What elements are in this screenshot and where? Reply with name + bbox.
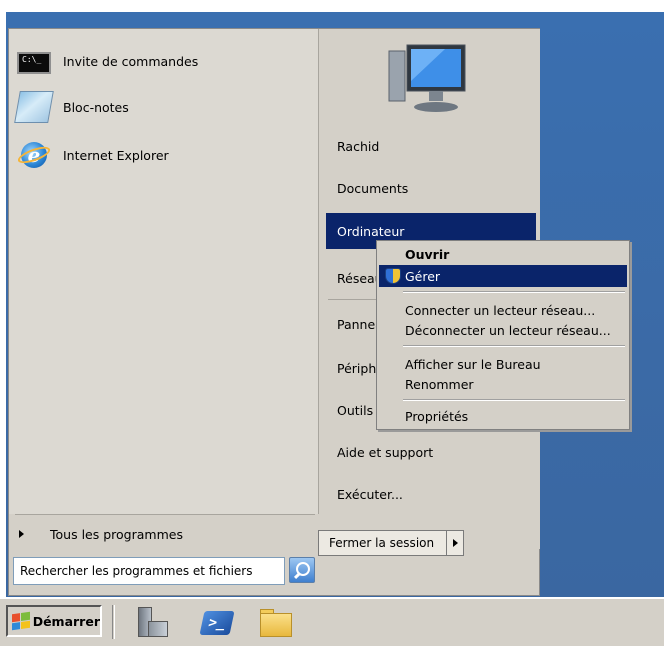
search-input[interactable]: Rechercher les programmes et fichiers xyxy=(13,557,285,585)
logoff-button[interactable]: Fermer la session xyxy=(318,530,448,556)
context-item-properties[interactable]: Propriétés xyxy=(379,405,627,427)
start-button[interactable]: Démarrer xyxy=(6,605,102,637)
context-item-manage[interactable]: Gérer xyxy=(379,265,627,287)
context-item-map-drive[interactable]: Connecter un lecteur réseau... xyxy=(379,299,627,321)
pinned-item-label: Invite de commandes xyxy=(63,53,199,69)
server-manager-icon[interactable] xyxy=(134,607,170,639)
windows-logo-icon xyxy=(12,611,30,631)
pinned-item-label: Bloc-notes xyxy=(63,99,129,115)
chevron-right-icon xyxy=(19,530,24,538)
context-menu: Ouvrir Gérer Connecter un lecteur réseau… xyxy=(376,240,630,430)
shield-icon xyxy=(385,268,401,284)
pinned-item-label: Internet Explorer xyxy=(63,147,169,163)
pinned-item-notepad[interactable]: Bloc-notes xyxy=(14,87,313,127)
all-programs-label: Tous les programmes xyxy=(50,526,183,542)
right-item-run[interactable]: Exécuter... xyxy=(326,477,536,511)
divider xyxy=(112,605,115,639)
context-item-disconnect-drive[interactable]: Déconnecter un lecteur réseau... xyxy=(379,319,627,341)
internet-explorer-icon: e xyxy=(15,139,53,171)
cmd-icon: C:\_ xyxy=(17,52,51,74)
right-item-help-support[interactable]: Aide et support xyxy=(326,435,536,469)
start-menu-left-pane: C:\_ Invite de commandes Bloc-notes e In… xyxy=(9,29,319,514)
divider xyxy=(403,399,625,401)
pinned-item-internet-explorer[interactable]: e Internet Explorer xyxy=(15,135,313,175)
context-item-rename[interactable]: Renommer xyxy=(379,373,627,395)
taskbar: Démarrer >_ xyxy=(0,598,664,646)
all-programs-button[interactable]: Tous les programmes xyxy=(9,519,319,549)
divider xyxy=(403,345,625,347)
right-item-user[interactable]: Rachid xyxy=(326,129,536,163)
pinned-item-command-prompt[interactable]: C:\_ Invite de commandes xyxy=(17,41,313,81)
notepad-icon xyxy=(14,91,54,123)
logoff-options-button[interactable] xyxy=(446,530,464,556)
computer-icon xyxy=(388,44,466,112)
context-item-manage-label: Gérer xyxy=(405,268,441,284)
right-item-documents[interactable]: Documents xyxy=(326,171,536,205)
context-item-show-desktop[interactable]: Afficher sur le Bureau xyxy=(379,353,627,375)
powershell-icon[interactable]: >_ xyxy=(199,607,236,639)
explorer-folder-icon[interactable] xyxy=(258,607,294,639)
context-item-open[interactable]: Ouvrir xyxy=(379,243,627,265)
divider xyxy=(15,514,315,515)
divider xyxy=(403,291,625,293)
start-label: Démarrer xyxy=(32,613,100,629)
search-icon[interactable] xyxy=(289,557,315,583)
